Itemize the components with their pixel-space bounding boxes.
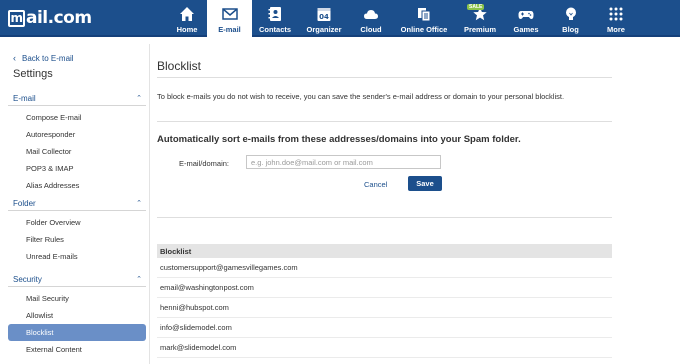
- chevron-up-icon: ⌃: [136, 95, 142, 102]
- sidebar-item-allowlist[interactable]: Allowlist: [8, 307, 146, 324]
- divider: [157, 121, 612, 122]
- sidebar-item-blocklist[interactable]: Blocklist: [8, 324, 146, 341]
- divider: [157, 77, 612, 78]
- top-navigation-bar: m ail.com Home E-mail Contacts 04 Organiz…: [0, 0, 680, 37]
- back-to-email-link[interactable]: ‹ Back to E-mail: [13, 53, 74, 63]
- nav-blog[interactable]: Blog: [548, 0, 593, 37]
- nav-email[interactable]: E-mail: [207, 0, 252, 37]
- section-header-security[interactable]: Security ⌃: [8, 272, 146, 287]
- cloud-icon: [363, 6, 379, 22]
- sidebar-item-autoresponder[interactable]: Autoresponder: [8, 126, 146, 143]
- sidebar-item-alias-addresses[interactable]: Alias Addresses: [8, 177, 146, 194]
- grid-icon: [608, 6, 624, 22]
- table-row[interactable]: info@slidemodel.com: [157, 318, 612, 338]
- save-button[interactable]: Save: [408, 176, 442, 191]
- home-icon: [179, 6, 195, 22]
- nav-online-office[interactable]: Online Office: [392, 0, 456, 37]
- table-row[interactable]: henni@hubspot.com: [157, 298, 612, 318]
- sidebar-item-mail-security[interactable]: Mail Security: [8, 290, 146, 307]
- nav-organizer[interactable]: 04 Organizer: [298, 0, 350, 37]
- table-row[interactable]: customersupport@gamesvillegames.com: [157, 258, 612, 278]
- sale-badge: SALE: [467, 4, 485, 10]
- divider: [157, 217, 612, 218]
- svg-text:04: 04: [319, 13, 329, 21]
- table-header: Blocklist: [157, 244, 612, 258]
- calendar-icon: 04: [316, 6, 332, 22]
- sidebar-item-pop3-imap[interactable]: POP3 & IMAP: [8, 160, 146, 177]
- table-row[interactable]: mark@slidemodel.com: [157, 338, 612, 358]
- envelope-icon: [221, 6, 238, 22]
- sidebar-item-compose-email[interactable]: Compose E-mail: [8, 109, 146, 126]
- settings-sidebar: ‹ Back to E-mail Settings E-mail ⌃ Compo…: [5, 44, 150, 364]
- sidebar-item-external-content[interactable]: External Content: [8, 341, 146, 358]
- chevron-up-icon: ⌃: [136, 276, 142, 283]
- nav-contacts[interactable]: Contacts: [252, 0, 298, 37]
- gamepad-icon: [518, 6, 534, 22]
- nav-premium[interactable]: SALE Premium: [456, 0, 504, 37]
- page-title: Blocklist: [157, 59, 202, 73]
- sidebar-item-unread-emails[interactable]: Unread E-mails: [8, 248, 146, 265]
- blocklist-table: Blocklist customersupport@gamesvillegame…: [157, 244, 612, 358]
- contacts-icon: [267, 6, 283, 22]
- chevron-up-icon: ⌃: [136, 200, 142, 207]
- sidebar-item-mail-collector[interactable]: Mail Collector: [8, 143, 146, 160]
- mailcom-logo[interactable]: m ail.com: [8, 7, 92, 29]
- office-icon: [416, 6, 432, 22]
- table-row[interactable]: email@washingtonpost.com: [157, 278, 612, 298]
- nav-home[interactable]: Home: [167, 0, 207, 37]
- sidebar-item-folder-overview[interactable]: Folder Overview: [8, 214, 146, 231]
- nav-games[interactable]: Games: [504, 0, 548, 37]
- section-header-folder[interactable]: Folder ⌃: [8, 196, 146, 211]
- settings-title: Settings: [13, 68, 53, 80]
- form-heading: Automatically sort e-mails from these ad…: [157, 134, 521, 145]
- nav-cloud[interactable]: Cloud: [350, 0, 392, 37]
- section-security: Security ⌃ Mail Security Allowlist Block…: [8, 272, 146, 358]
- cancel-button[interactable]: Cancel: [364, 180, 387, 189]
- main-nav: Home E-mail Contacts 04 Organizer Cloud: [167, 0, 639, 37]
- nav-more[interactable]: More: [593, 0, 639, 37]
- lightbulb-icon: [563, 6, 579, 22]
- email-domain-label: E-mail/domain:: [179, 159, 230, 168]
- section-header-email[interactable]: E-mail ⌃: [8, 91, 146, 106]
- intro-text: To block e-mails you do not wish to rece…: [157, 92, 565, 101]
- sidebar-item-filter-rules[interactable]: Filter Rules: [8, 231, 146, 248]
- section-folder: Folder ⌃ Folder Overview Filter Rules Un…: [8, 196, 146, 265]
- chevron-left-icon: ‹: [13, 53, 16, 63]
- email-domain-input[interactable]: [246, 155, 441, 169]
- section-email: E-mail ⌃ Compose E-mail Autoresponder Ma…: [8, 91, 146, 194]
